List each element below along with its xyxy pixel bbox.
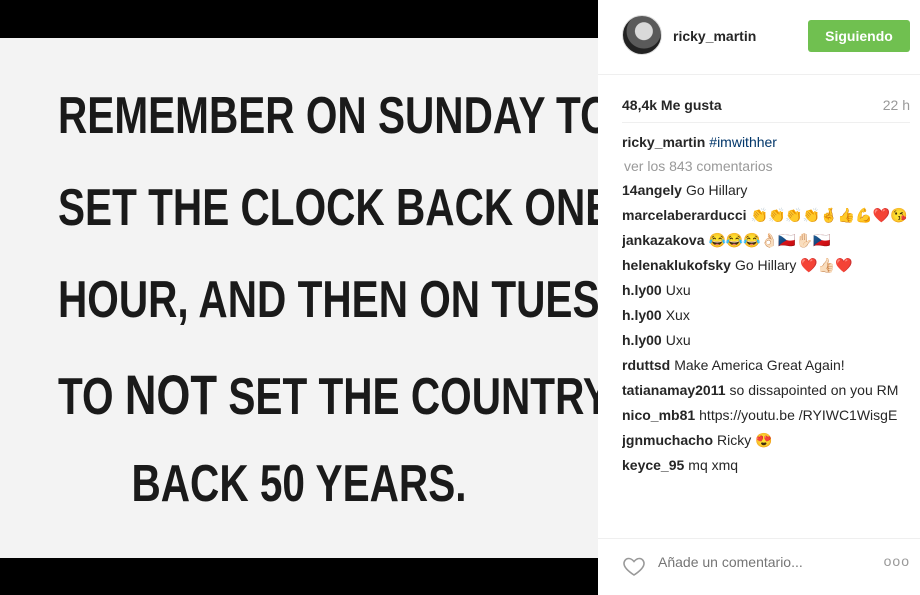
comment-user[interactable]: helenaklukofsky — [622, 257, 731, 273]
comment-row: jankazakova 😂😂😂👌🏻🇨🇿✋🏻🇨🇿 — [622, 231, 912, 249]
comment-text: https://youtu.be /RYIWC1WisgE — [699, 407, 898, 423]
comment-row: helenaklukofsky Go Hillary ❤️👍🏻❤️ — [622, 256, 912, 274]
comment-text: so dissapointed on you RM — [729, 382, 899, 398]
likes-count[interactable]: 48,4k Me gusta — [622, 97, 722, 113]
comment-row: h.ly00 Uxu — [622, 331, 912, 349]
image-text-line: SET THE CLOCK BACK ONE — [57, 179, 598, 237]
comment-user[interactable]: nico_mb81 — [622, 407, 695, 423]
comment-text: Go Hillary ❤️👍🏻❤️ — [734, 257, 853, 273]
comments-list[interactable]: ricky_martin #imwithher ver los 843 comen… — [622, 133, 912, 529]
post-time: 22 h — [882, 97, 910, 113]
comment-row: tatianamay2011 so dissapointed on you RM — [622, 381, 912, 399]
comment-user[interactable]: h.ly00 — [622, 282, 662, 298]
comment-text: Ricky 😍 — [717, 432, 773, 448]
username-link[interactable]: ricky_martin — [673, 28, 756, 44]
image-text-emphasis: NOT — [124, 363, 218, 426]
comment-text: Uxu — [665, 282, 691, 298]
avatar[interactable] — [622, 15, 662, 55]
divider — [622, 122, 910, 123]
hashtag-link[interactable]: #imwithher — [709, 134, 777, 150]
comment-user[interactable]: rduttsd — [622, 357, 670, 373]
add-comment-input[interactable] — [658, 554, 838, 570]
comment-user[interactable]: keyce_95 — [622, 457, 684, 473]
post-header: ricky_martin Siguiendo — [598, 0, 920, 75]
comment-row: nico_mb81 https://youtu.be /RYIWC1WisgE — [622, 406, 912, 424]
more-options-icon[interactable]: ooo — [884, 553, 910, 569]
comment-row: rduttsd Make America Great Again! — [622, 356, 912, 374]
heart-icon[interactable] — [622, 554, 646, 578]
image-text-line: REMEMBER ON SUNDAY TO — [57, 87, 598, 145]
comment-row: 14angely Go Hillary — [622, 181, 912, 199]
comment-text: Make America Great Again! — [674, 357, 845, 373]
comment-user[interactable]: marcelaberarducci — [622, 207, 747, 223]
comment-user[interactable]: jankazakova — [622, 232, 705, 248]
comment-row: marcelaberarducci 👏👏👏👏🤞👍💪❤️😘 — [622, 206, 912, 224]
comment-text: 👏👏👏👏🤞👍💪❤️😘 — [750, 207, 908, 223]
caption: ricky_martin #imwithher — [622, 133, 912, 151]
comment-row: h.ly00 Xux — [622, 306, 912, 324]
comment-row: jgnmuchacho Ricky 😍 — [622, 431, 912, 449]
comment-user[interactable]: ricky_martin — [622, 134, 705, 150]
comment-user[interactable]: h.ly00 — [622, 307, 662, 323]
image-text-line: TO NOT SET THE COUNTRY — [57, 362, 598, 427]
comment-row: keyce_95 mq xmq — [622, 456, 912, 474]
comment-text: mq xmq — [688, 457, 739, 473]
comment-user[interactable]: 14angely — [622, 182, 682, 198]
image-text-line: BACK 50 YEARS. — [131, 455, 467, 513]
comment-user[interactable]: jgnmuchacho — [622, 432, 713, 448]
comment-text: Go Hillary — [685, 182, 748, 198]
image-text-line: HOUR, AND THEN ON TUESDAY — [57, 271, 598, 329]
comment-text: Uxu — [665, 332, 691, 348]
post-media: REMEMBER ON SUNDAY TO SET THE CLOCK BACK… — [0, 0, 598, 595]
comment-user[interactable]: tatianamay2011 — [622, 382, 726, 398]
post-sidebar: ricky_martin Siguiendo 48,4k Me gusta 22… — [598, 0, 920, 595]
comment-row: h.ly00 Uxu — [622, 281, 912, 299]
following-button[interactable]: Siguiendo — [808, 20, 910, 52]
view-more-comments[interactable]: ver los 843 comentarios — [624, 158, 912, 174]
comment-user[interactable]: h.ly00 — [622, 332, 662, 348]
post-image[interactable]: REMEMBER ON SUNDAY TO SET THE CLOCK BACK… — [0, 38, 598, 558]
comment-text: Xux — [665, 307, 690, 323]
post-footer: ooo — [598, 538, 920, 595]
comment-text: 😂😂😂👌🏻🇨🇿✋🏻🇨🇿 — [708, 232, 831, 248]
image-text-word: SET THE COUNTRY — [228, 368, 598, 426]
image-text-word: TO — [57, 368, 114, 426]
